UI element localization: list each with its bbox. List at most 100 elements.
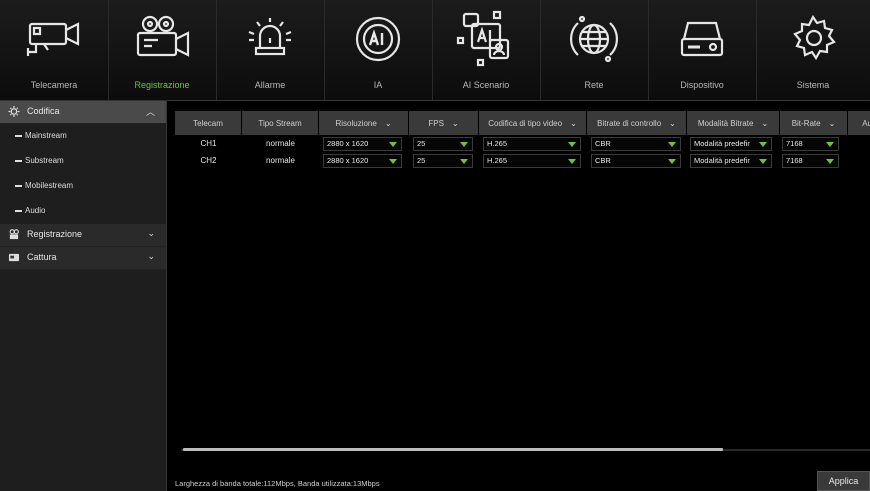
header-label: Codifica di tipo video [488, 118, 563, 128]
chevron-down-icon: ⌄ [828, 118, 836, 128]
sidebar-item-label: Mainstream [25, 131, 67, 140]
ai-scenario-icon [432, 10, 540, 67]
sidebar-group-label: Cattura [27, 252, 57, 262]
select-value: 7168 [786, 139, 803, 148]
dropdown-arrow-icon [759, 159, 767, 164]
sidebar-item-mainstream[interactable]: Mainstream [0, 124, 166, 149]
alarm-icon [216, 14, 324, 64]
resolution-select[interactable]: 2880 x 1620 [323, 154, 402, 168]
bitrate-mode-select[interactable]: Modalità predefir [690, 137, 772, 151]
select-value: 25 [417, 139, 426, 148]
chevron-down-icon: ⌄ [147, 251, 155, 261]
resolution-select[interactable]: 2880 x 1620 [323, 137, 402, 151]
nav-label: Allarme [254, 80, 286, 90]
select-value: 7168 [786, 156, 803, 165]
bandwidth-status: Larghezza di banda totale:112Mbps, Banda… [175, 479, 380, 488]
select-value: Modalità predefir [694, 139, 750, 148]
nav-ia[interactable]: IA [324, 0, 433, 100]
header-label: Au [862, 118, 870, 128]
nav-registrazione[interactable]: Registrazione [108, 0, 217, 100]
dash-icon [15, 135, 22, 137]
header-label: FPS [428, 118, 444, 128]
bitrate-control-select[interactable]: CBR [591, 154, 681, 168]
dropdown-arrow-icon [460, 159, 468, 164]
nav-label: Dispositivo [680, 80, 724, 90]
header-label: Risoluzione [335, 118, 377, 128]
column-header-telecam[interactable]: Telecam [175, 111, 242, 135]
dropdown-arrow-icon [460, 142, 468, 147]
bitrate-control-select[interactable]: CBR [591, 137, 681, 151]
fps-select[interactable]: 25 [413, 154, 473, 168]
select-value: H.265 [487, 156, 508, 165]
scrollbar-thumb[interactable] [183, 448, 723, 451]
select-value: CBR [595, 156, 611, 165]
nav-telecamera[interactable]: Telecamera [0, 0, 109, 100]
nav-label: IA [373, 80, 383, 90]
codec-select[interactable]: H.265 [483, 137, 581, 151]
dropdown-arrow-icon [389, 142, 397, 147]
system-icon [756, 14, 870, 64]
sidebar-item-label: Substream [25, 156, 64, 165]
column-header-bitrate-controllo[interactable]: Bitrate di controllo ⌄ [587, 111, 687, 135]
camera-icon [0, 14, 108, 64]
sidebar-item-audio[interactable]: Audio [0, 199, 166, 224]
column-header-fps[interactable]: FPS ⌄ [409, 111, 479, 135]
nav-label: Rete [584, 80, 604, 90]
stream-type-cell: normale [266, 139, 295, 148]
fps-select[interactable]: 25 [413, 137, 473, 151]
chevron-up-icon: ︿ [145, 107, 155, 117]
codec-select[interactable]: H.265 [483, 154, 581, 168]
top-navigation: Telecamera Registrazione Allarme IA AI S… [0, 0, 870, 101]
nav-dispositivo[interactable]: Dispositivo [648, 0, 757, 100]
main-content: Telecam Tipo Stream Risoluzione ⌄ FPS ⌄ Co… [167, 101, 870, 491]
sidebar-group-cattura[interactable]: Cattura ⌄ [0, 247, 166, 270]
column-header-bit-rate[interactable]: Bit-Rate ⌄ [780, 111, 848, 135]
channel-cell: CH2 [200, 156, 217, 165]
nav-ai-scenario[interactable]: AI Scenario [432, 0, 541, 100]
sidebar-group-codifica[interactable]: Codifica ︿ [0, 101, 166, 124]
bitrate-select[interactable]: 7168 [782, 154, 839, 168]
sidebar-group-registrazione[interactable]: Registrazione ⌄ [0, 224, 166, 247]
select-value: 2880 x 1620 [327, 156, 369, 165]
select-value: Modalità predefir [694, 156, 750, 165]
column-header-tipo-stream[interactable]: Tipo Stream [242, 111, 319, 135]
sidebar-item-mobilestream[interactable]: Mobilestream [0, 174, 166, 199]
nav-sistema[interactable]: Sistema [756, 0, 870, 100]
sidebar-item-substream[interactable]: Substream [0, 149, 166, 174]
recording-icon [108, 14, 216, 64]
dropdown-arrow-icon [389, 159, 397, 164]
bitrate-mode-select[interactable]: Modalità predefir [690, 154, 772, 168]
chevron-down-icon: ⌄ [669, 118, 676, 128]
header-label: Modalità Bitrate [697, 118, 754, 128]
chevron-down-icon: ⌄ [570, 118, 577, 128]
column-header-audio[interactable]: Au [848, 111, 870, 135]
dropdown-arrow-icon [759, 142, 767, 147]
bitrate-select[interactable]: 7168 [782, 137, 839, 151]
cattura-icon [8, 253, 20, 262]
nav-rete[interactable]: Rete [540, 0, 649, 100]
header-label: Tipo Stream [258, 118, 302, 128]
device-icon [648, 14, 756, 64]
nav-allarme[interactable]: Allarme [216, 0, 325, 100]
chevron-down-icon: ⌄ [147, 228, 155, 238]
ai-icon [324, 14, 432, 64]
dropdown-arrow-icon [668, 159, 676, 164]
dropdown-arrow-icon [826, 142, 834, 147]
chevron-down-icon: ⌄ [384, 118, 392, 128]
sidebar-group-label: Codifica [27, 106, 60, 116]
dropdown-arrow-icon [826, 159, 834, 164]
sidebar-group-label: Registrazione [27, 229, 83, 239]
sidebar: Codifica ︿ Mainstream Substream Mobilest… [0, 101, 167, 491]
table-row: CH2 normale 2880 x 1620 25 H.265 CBR Mod… [175, 152, 870, 172]
header-label: Bitrate di controllo [597, 118, 662, 128]
registrazione-icon [9, 229, 19, 240]
dash-icon [15, 210, 22, 212]
header-label: Bit-Rate [791, 118, 821, 128]
column-header-modalita-bitrate[interactable]: Modalità Bitrate ⌄ [687, 111, 780, 135]
dash-icon [15, 185, 22, 187]
dropdown-arrow-icon [568, 142, 576, 147]
column-header-risoluzione[interactable]: Risoluzione ⌄ [319, 111, 409, 135]
select-value: 2880 x 1620 [327, 139, 369, 148]
column-header-codifica[interactable]: Codifica di tipo video ⌄ [479, 111, 587, 135]
apply-button[interactable]: Applica [817, 471, 870, 491]
